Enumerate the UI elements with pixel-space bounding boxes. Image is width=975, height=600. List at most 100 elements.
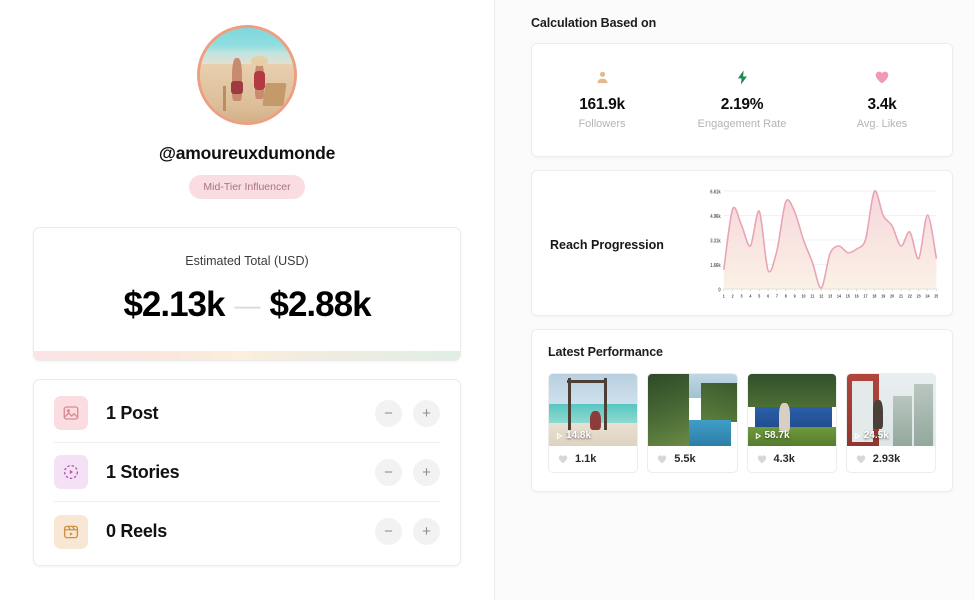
likes-caption: Avg. Likes	[812, 118, 952, 130]
play-count-badge: 14.8k	[555, 430, 591, 441]
play-icon	[555, 432, 563, 440]
svg-text:20: 20	[890, 293, 895, 299]
stories-play-icon	[54, 455, 88, 489]
svg-text:14: 14	[837, 293, 842, 299]
reach-progression-card: Reach Progression 01.66k3.31k4.96k6.61k1…	[531, 170, 953, 316]
stories-decrement-button[interactable]: −	[375, 459, 402, 486]
like-count: 5.5k	[674, 453, 695, 465]
thumb-footer: 2.93k	[847, 446, 935, 472]
reels-stepper: − +	[375, 518, 440, 545]
svg-text:11: 11	[810, 293, 814, 299]
estimated-total-card: Estimated Total (USD) $2.13k — $2.88k	[33, 227, 461, 361]
thumb-footer: 4.3k	[748, 446, 836, 472]
stories-count-label: 1 Stories	[106, 462, 375, 483]
thumb-footer: 1.1k	[549, 446, 637, 472]
lightning-bolt-icon	[672, 66, 812, 88]
image-icon	[54, 396, 88, 430]
like-count: 1.1k	[575, 453, 596, 465]
svg-text:3: 3	[741, 293, 744, 299]
play-count: 58.7k	[765, 430, 790, 441]
svg-text:1: 1	[723, 293, 726, 299]
stat-engagement: 2.19% Engagement Rate	[672, 66, 812, 130]
svg-text:19: 19	[881, 293, 886, 299]
estimated-total-label: Estimated Total (USD)	[34, 254, 460, 268]
svg-text:10: 10	[802, 293, 807, 299]
stats-row: 161.9k Followers 2.19% Engagement Rate	[532, 66, 952, 130]
play-count-badge: 24.5k	[853, 430, 889, 441]
post-increment-button[interactable]: +	[413, 400, 440, 427]
engagement-caption: Engagement Rate	[672, 118, 812, 130]
svg-text:4: 4	[749, 293, 752, 299]
reach-chart: 01.66k3.31k4.96k6.61k1234567891011121314…	[700, 185, 938, 305]
calculation-title: Calculation Based on	[531, 16, 953, 30]
performance-title: Latest Performance	[548, 345, 936, 359]
avatar-image	[200, 28, 294, 122]
estimate-dash: —	[235, 290, 260, 321]
heart-icon	[812, 66, 952, 88]
list-item: 1 Stories − +	[54, 443, 440, 502]
svg-text:12: 12	[819, 293, 824, 299]
estimate-max: $2.88k	[270, 285, 371, 325]
like-count: 4.3k	[774, 453, 795, 465]
right-panel: Calculation Based on 161.9k Followers	[495, 0, 975, 600]
latest-performance-card: Latest Performance 14.8k	[531, 329, 953, 492]
svg-text:0: 0	[718, 287, 721, 293]
profile-handle: @amoureuxdumonde	[33, 143, 461, 164]
post-decrement-button[interactable]: −	[375, 400, 402, 427]
post-count-label: 1 Post	[106, 403, 375, 424]
svg-text:5: 5	[758, 293, 761, 299]
play-icon	[754, 432, 762, 440]
reels-decrement-button[interactable]: −	[375, 518, 402, 545]
person-icon	[532, 66, 672, 88]
beach-swing-thumbnail: 14.8k	[549, 374, 637, 446]
stat-likes: 3.4k Avg. Likes	[812, 66, 952, 130]
svg-text:15: 15	[846, 293, 851, 299]
calculation-stats-card: 161.9k Followers 2.19% Engagement Rate	[531, 43, 953, 157]
svg-text:3.31k: 3.31k	[710, 238, 721, 244]
svg-text:22: 22	[908, 293, 913, 299]
estimated-total-value: $2.13k — $2.88k	[34, 285, 460, 325]
tier-badge: Mid-Tier Influencer	[189, 175, 304, 199]
svg-text:17: 17	[864, 293, 869, 299]
reels-clapperboard-icon	[54, 515, 88, 549]
influencer-pricing-screen: @amoureuxdumonde Mid-Tier Influencer Est…	[0, 0, 975, 600]
reach-chart-title: Reach Progression	[550, 238, 700, 252]
heart-icon	[756, 453, 768, 465]
svg-text:9: 9	[794, 293, 797, 299]
heart-icon	[855, 453, 867, 465]
performance-thumbnails: 14.8k 1.1k	[548, 373, 936, 473]
svg-text:7: 7	[776, 293, 779, 299]
svg-text:16: 16	[855, 293, 860, 299]
list-item[interactable]: 24.5k 2.93k	[846, 373, 936, 473]
svg-text:21: 21	[899, 293, 904, 299]
svg-text:25: 25	[934, 293, 938, 299]
stat-followers: 161.9k Followers	[532, 66, 672, 130]
reels-increment-button[interactable]: +	[413, 518, 440, 545]
followers-caption: Followers	[532, 118, 672, 130]
stories-increment-button[interactable]: +	[413, 459, 440, 486]
likes-value: 3.4k	[812, 96, 952, 114]
heart-icon	[656, 453, 668, 465]
svg-text:18: 18	[872, 293, 877, 299]
svg-text:2: 2	[732, 293, 735, 299]
left-panel: @amoureuxdumonde Mid-Tier Influencer Est…	[0, 0, 495, 600]
list-item: 1 Post − +	[54, 384, 440, 443]
svg-text:6.61k: 6.61k	[710, 189, 721, 195]
profile-header: @amoureuxdumonde Mid-Tier Influencer	[33, 25, 461, 199]
play-count-badge: 58.7k	[754, 430, 790, 441]
content-counts-card: 1 Post − + 1 Stories − +	[33, 379, 461, 566]
list-item: 0 Reels − +	[54, 502, 440, 561]
play-icon	[853, 432, 861, 440]
avatar[interactable]	[197, 25, 297, 125]
play-count: 14.8k	[566, 430, 591, 441]
reels-count-label: 0 Reels	[106, 521, 375, 542]
list-item[interactable]: 5.5k	[647, 373, 737, 473]
svg-text:23: 23	[917, 293, 922, 299]
list-item[interactable]: 58.7k 4.3k	[747, 373, 837, 473]
poolside-dog-thumbnail: 58.7k	[748, 374, 836, 446]
list-item[interactable]: 14.8k 1.1k	[548, 373, 638, 473]
svg-text:6: 6	[767, 293, 770, 299]
play-count: 24.5k	[864, 430, 889, 441]
svg-text:4.96k: 4.96k	[710, 213, 721, 219]
engagement-value: 2.19%	[672, 96, 812, 114]
